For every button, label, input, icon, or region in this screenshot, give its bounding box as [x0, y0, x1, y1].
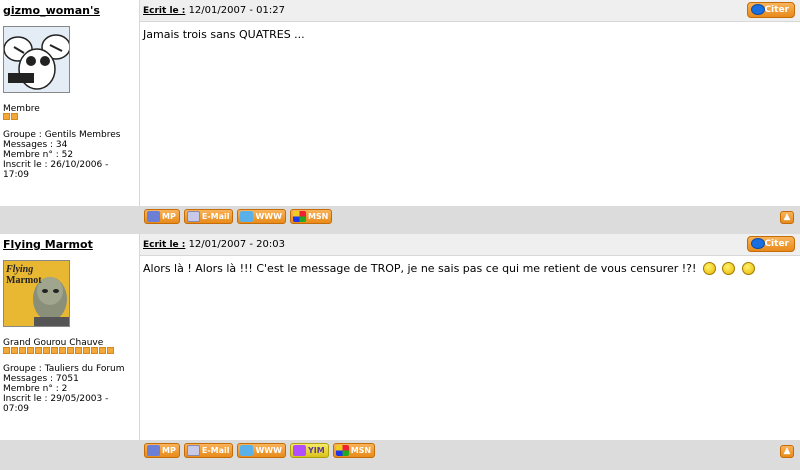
- home-icon: [240, 445, 254, 456]
- email-icon: [186, 211, 200, 222]
- rank-pip: [75, 347, 82, 354]
- avatar-text-line2: Marmot: [6, 275, 42, 286]
- mp-button[interactable]: MP: [144, 443, 180, 458]
- rank-pip: [83, 347, 90, 354]
- member-number: Membre n° : 52: [3, 150, 74, 160]
- rank-pip: [19, 347, 26, 354]
- post-footer: MP E-Mail WWW YIM MSN ▲: [0, 440, 800, 470]
- rank-pip: [43, 347, 50, 354]
- member-group: Groupe : Tauliers du Forum: [3, 364, 125, 374]
- post-footer: MP E-Mail WWW MSN ▲: [0, 206, 800, 234]
- post-header-author: Flying Marmot: [0, 234, 140, 256]
- private-message-icon: [147, 211, 160, 222]
- rank-pip: [35, 347, 42, 354]
- rank-pip: [3, 113, 10, 120]
- member-group: Groupe : Gentils Membres: [3, 130, 121, 140]
- gremlin-avatar-image: [4, 27, 69, 92]
- rank-pip: [67, 347, 74, 354]
- contact-buttons: MP E-Mail WWW YIM MSN: [144, 443, 376, 458]
- post-header-author: gizmo_woman's: [0, 0, 140, 22]
- author-profile: Membre Groupe : Gentils Membres Messages…: [0, 22, 140, 206]
- post-header-meta: Ecrit le : 12/01/2007 - 20:03 Citer: [140, 234, 800, 256]
- msn-label: MSN: [350, 446, 372, 455]
- rank-pip: [99, 347, 106, 354]
- www-label: WWW: [255, 446, 282, 455]
- forum-post: gizmo_woman's Ecrit le : 12/01/2007 - 01…: [0, 0, 800, 234]
- mp-label: MP: [162, 446, 176, 455]
- rank-pip: [107, 347, 114, 354]
- member-messages: Messages : 7051: [3, 374, 79, 384]
- member-joined: Inscrit le : 29/05/2003 - 07:09: [3, 394, 109, 414]
- msn-label: MSN: [307, 212, 329, 221]
- yim-label: YIM: [307, 446, 325, 455]
- author-username[interactable]: gizmo_woman's: [3, 4, 100, 17]
- avatar: [3, 26, 70, 93]
- speech-bubble-icon: [751, 238, 765, 249]
- member-joined: Inscrit le : 26/10/2006 - 17:09: [3, 160, 109, 180]
- rank-pip: [11, 113, 18, 120]
- rank-pip: [3, 347, 10, 354]
- email-button[interactable]: E-Mail: [183, 443, 234, 458]
- home-icon: [240, 211, 254, 222]
- rank-pip: [27, 347, 34, 354]
- arrow-up-icon: ▲: [783, 446, 791, 456]
- post-message: Jamais trois sans QUATRES ...: [143, 28, 305, 41]
- written-label: Ecrit le :: [143, 240, 186, 250]
- mp-label: MP: [162, 212, 176, 221]
- post-message: Alors là ! Alors là !!! C'est le message…: [143, 262, 697, 275]
- avatar: Flying Marmot: [3, 260, 70, 327]
- quote-label: Citer: [764, 239, 789, 249]
- wink-smiley-icon: [722, 262, 736, 275]
- grin-smiley-icon: [741, 262, 755, 275]
- author-username[interactable]: Flying Marmot: [3, 238, 93, 251]
- post-date-value: 12/01/2007 - 20:03: [188, 239, 285, 250]
- back-to-top-button[interactable]: ▲: [780, 211, 794, 224]
- forum-post: Flying Marmot Ecrit le : 12/01/2007 - 20…: [0, 234, 800, 470]
- msn-button[interactable]: MSN: [289, 209, 333, 224]
- quote-button[interactable]: Citer: [747, 2, 795, 18]
- avatar-text-line1: Flying: [5, 264, 33, 275]
- member-messages: Messages : 34: [3, 140, 68, 150]
- arrow-up-icon: ▲: [783, 212, 791, 222]
- post-body: Jamais trois sans QUATRES ...: [140, 22, 800, 206]
- rank-pips: [3, 113, 18, 120]
- post-date-value: 12/01/2007 - 01:27: [188, 5, 285, 16]
- rank-pip: [51, 347, 58, 354]
- rank-pip: [91, 347, 98, 354]
- member-stats: Groupe : Tauliers du Forum Messages : 70…: [3, 364, 137, 414]
- quote-label: Citer: [764, 5, 789, 15]
- post-body: Alors là ! Alors là !!! C'est le message…: [140, 256, 800, 440]
- email-label: E-Mail: [201, 446, 230, 455]
- email-icon: [186, 445, 200, 456]
- author-profile: Flying Marmot Grand Gourou Chauve Groupe…: [0, 256, 140, 440]
- written-label: Ecrit le :: [143, 6, 186, 16]
- post-date: Ecrit le : 12/01/2007 - 20:03: [143, 239, 285, 250]
- msn-icon: [335, 445, 349, 456]
- post-header-meta: Ecrit le : 12/01/2007 - 01:27 Citer: [140, 0, 800, 22]
- back-to-top-button[interactable]: ▲: [780, 445, 794, 458]
- email-label: E-Mail: [201, 212, 230, 221]
- rank-pips: [3, 347, 114, 354]
- marmot-avatar-image: Flying Marmot: [4, 261, 69, 326]
- www-button[interactable]: WWW: [237, 209, 286, 224]
- private-message-icon: [147, 445, 160, 456]
- msn-button[interactable]: MSN: [332, 443, 376, 458]
- rank-pip: [11, 347, 18, 354]
- speech-bubble-icon: [751, 4, 765, 15]
- mp-button[interactable]: MP: [144, 209, 180, 224]
- member-stats: Groupe : Gentils Membres Messages : 34 M…: [3, 130, 137, 180]
- contact-buttons: MP E-Mail WWW MSN: [144, 209, 333, 224]
- email-button[interactable]: E-Mail: [183, 209, 234, 224]
- post-date: Ecrit le : 12/01/2007 - 01:27: [143, 5, 285, 16]
- msn-icon: [292, 211, 306, 222]
- tongue-smiley-icon: [702, 262, 716, 275]
- rank-pip: [59, 347, 66, 354]
- quote-button[interactable]: Citer: [747, 236, 795, 252]
- yahoo-icon: [292, 445, 306, 456]
- www-button[interactable]: WWW: [237, 443, 286, 458]
- yim-button[interactable]: YIM: [289, 443, 329, 458]
- www-label: WWW: [255, 212, 282, 221]
- member-number: Membre n° : 2: [3, 384, 68, 394]
